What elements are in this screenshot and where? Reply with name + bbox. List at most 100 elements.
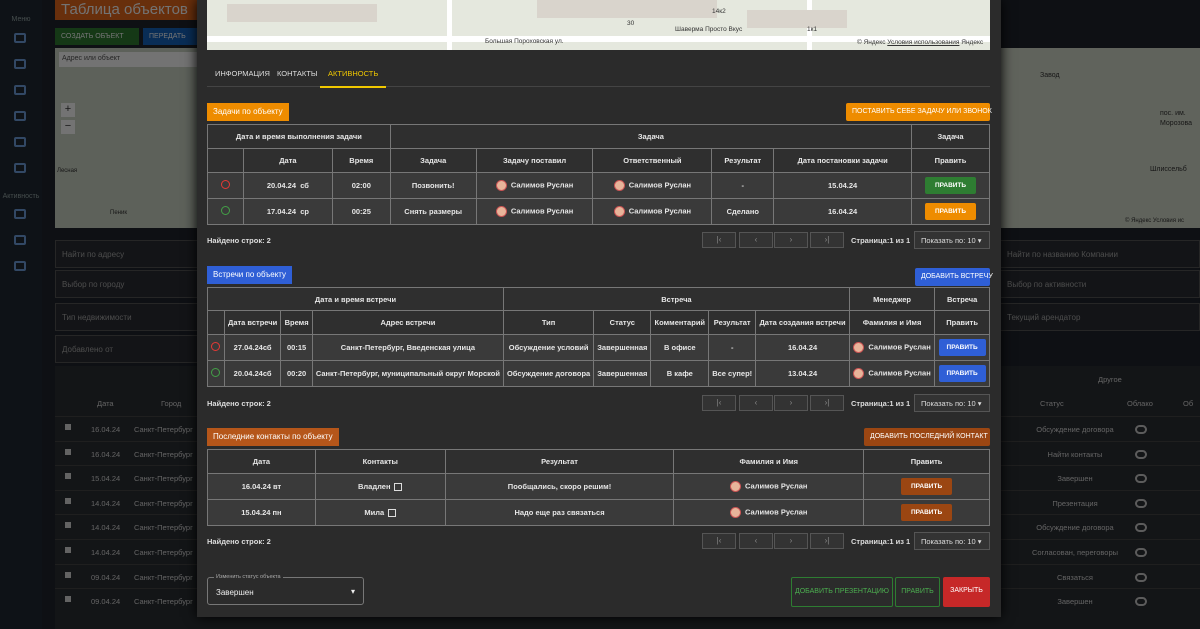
per-page-select[interactable]: Показать по: 10 ▾ <box>914 532 990 550</box>
row-date: 15.04.24 <box>91 474 121 484</box>
per-page-select[interactable]: Показать по: 10 ▾ <box>914 231 990 249</box>
transfer-button[interactable]: ПЕРЕДАТЬ <box>143 28 203 45</box>
edit-meeting-button[interactable]: ПРАВИТЬ <box>938 339 986 356</box>
next-page-button[interactable]: › <box>774 533 808 549</box>
tab-contacts[interactable]: КОНТАКТЫ <box>277 69 317 78</box>
row-date: 14.04.24 <box>91 548 121 557</box>
table-row: 20.04.24 сб 02:00 Позвонить! Салимов Рус… <box>207 172 990 199</box>
create-object-button[interactable]: СОЗДАТЬ ОБЪЕКТ <box>55 28 139 45</box>
per-page-label: Показать по: 10 <box>921 537 976 546</box>
cloud-icon[interactable] <box>1135 498 1147 508</box>
add-meeting-button[interactable]: ДОБАВИТЬ ВСТРЕЧУ <box>915 268 993 286</box>
prev-page-button[interactable]: ‹ <box>739 395 773 411</box>
edit-contact-button[interactable]: ПРАВИТЬ <box>900 504 953 521</box>
edit-object-button[interactable]: ПРАВИТЬ <box>895 577 940 607</box>
edit-contact-button[interactable]: ПРАВИТЬ <box>900 478 953 495</box>
last-page-button[interactable]: ›| <box>810 232 844 248</box>
last-page-button[interactable]: ›| <box>810 395 844 411</box>
globe-icon[interactable] <box>14 209 26 219</box>
result-cell: Надо еще раз связаться <box>444 499 675 526</box>
name-cell: Салимов Руслан <box>673 499 865 526</box>
edit-task-button[interactable]: ПРАВИТЬ <box>924 203 977 220</box>
map-house-number: 1к1 <box>807 26 818 33</box>
zoom-out-button[interactable]: − <box>61 120 75 134</box>
prev-page-button[interactable]: ‹ <box>739 533 773 549</box>
table-row: 16.04.24 вт Владлен Пообщались, скоро ре… <box>207 473 990 500</box>
add-presentation-button[interactable]: ДОБАВИТЬ ПРЕЗЕНТАЦИЮ <box>791 577 893 607</box>
first-page-button[interactable]: |‹ <box>702 232 736 248</box>
contacts-icon[interactable] <box>14 137 26 147</box>
cloud-icon[interactable] <box>1135 572 1147 582</box>
prev-page-button[interactable]: ‹ <box>739 232 773 248</box>
next-page-button[interactable]: › <box>774 232 808 248</box>
row-city: Санкт-Петербург <box>134 425 193 434</box>
cloud-icon[interactable] <box>1135 425 1147 434</box>
sidebar: Меню Активность <box>0 0 42 629</box>
first-page-button[interactable]: |‹ <box>702 395 736 411</box>
map-building <box>227 4 377 22</box>
state-cell: Завершенная <box>593 334 652 361</box>
row-checkbox[interactable] <box>65 448 71 455</box>
object-status-select[interactable]: Изменить статус объекта Завершен ▾ <box>207 574 364 605</box>
map-terms-link[interactable]: Условия использования <box>887 39 959 46</box>
users-icon[interactable] <box>14 85 26 95</box>
grid-icon[interactable] <box>14 235 26 245</box>
cloud-icon[interactable] <box>1135 523 1147 533</box>
manager-name: Салимов Руслан <box>868 342 931 352</box>
background-map-right[interactable]: Завод пос. им. Морозова Шлиссельб © Янде… <box>1000 48 1200 228</box>
row-checkbox[interactable] <box>65 571 71 578</box>
edit-meeting-button[interactable]: ПРАВИТЬ <box>938 365 986 382</box>
column-header: Ответственный <box>592 148 713 173</box>
row-checkbox[interactable] <box>65 596 71 603</box>
object-map[interactable]: Большая Пороховская ул. Шаверма Просто В… <box>207 0 990 50</box>
external-link-icon[interactable] <box>388 509 397 517</box>
filter-type-select[interactable]: Тип недвижимости <box>55 303 200 331</box>
row-date: 16.04.24 <box>91 425 121 434</box>
tab-activity[interactable]: АКТИВНОСТЬ <box>320 69 387 88</box>
column-header: Результат <box>711 148 775 173</box>
tab-information[interactable]: ИНФОРМАЦИЯ <box>215 69 270 78</box>
address-search-input[interactable]: Адрес или объект <box>59 52 197 67</box>
table-row: 17.04.24 ср 00:25 Снять размеры Салимов … <box>207 198 990 225</box>
filter-city-select[interactable]: Выбор по городу <box>55 270 200 298</box>
first-page-button[interactable]: |‹ <box>702 533 736 549</box>
cloud-icon[interactable] <box>1135 449 1147 459</box>
row-status: Связаться <box>1057 572 1093 582</box>
name-cell: Салимов Руслан <box>673 473 865 500</box>
building-icon[interactable] <box>14 59 26 69</box>
cloud-icon[interactable] <box>1135 548 1147 557</box>
status-select-label: Изменить статус объекта <box>214 574 283 580</box>
row-checkbox[interactable] <box>65 547 71 553</box>
cloud-icon[interactable] <box>1135 597 1147 607</box>
table-row: 20.04.24сб 00:20 Санкт-Петербург, муници… <box>207 360 990 387</box>
add-task-button[interactable]: ПОСТАВИТЬ СЕБЕ ЗАДАЧУ ИЛИ ЗВОНОК <box>846 103 992 121</box>
row-checkbox[interactable] <box>65 497 71 504</box>
last-page-button[interactable]: ›| <box>810 533 844 549</box>
filter-company-input[interactable]: Найти по названию Компании <box>1000 240 1200 268</box>
filter-added-input[interactable]: Добавлено от <box>55 335 200 363</box>
zoom-in-button[interactable]: + <box>61 103 75 117</box>
filter-activity-select[interactable]: Выбор по активности <box>1000 270 1200 298</box>
folder-icon[interactable] <box>14 33 26 43</box>
row-checkbox[interactable] <box>65 424 71 430</box>
page-info: Страница:1 из 1 <box>851 537 911 546</box>
row-checkbox[interactable] <box>65 473 71 480</box>
filter-address-input[interactable]: Найти по адресу <box>55 240 200 268</box>
column-header: Время <box>331 148 391 173</box>
row-checkbox[interactable] <box>65 522 71 529</box>
external-link-icon[interactable] <box>394 483 403 491</box>
comment-cell: В офисе <box>650 334 710 361</box>
filter-renter-input[interactable]: Текущий арендатор <box>1000 303 1200 331</box>
next-page-button[interactable]: › <box>774 395 808 411</box>
tag-icon[interactable] <box>14 163 26 173</box>
document-icon[interactable] <box>14 111 26 121</box>
cloud-icon[interactable] <box>1135 474 1147 484</box>
close-modal-button[interactable]: ЗАКРЫТЬ <box>943 577 990 607</box>
background-map-left[interactable]: Адрес или объект + − Лесная Пеник <box>55 48 200 228</box>
add-contact-button[interactable]: ДОБАВИТЬ ПОСЛЕДНИЙ КОНТАКТ <box>864 428 990 446</box>
calendar-icon[interactable] <box>14 261 26 271</box>
header-date: Дата <box>97 399 114 408</box>
responsible-cell: Салимов Руслан <box>592 198 713 225</box>
per-page-select[interactable]: Показать по: 10 ▾ <box>914 394 990 412</box>
edit-task-button[interactable]: ПРАВИТЬ <box>924 177 977 194</box>
